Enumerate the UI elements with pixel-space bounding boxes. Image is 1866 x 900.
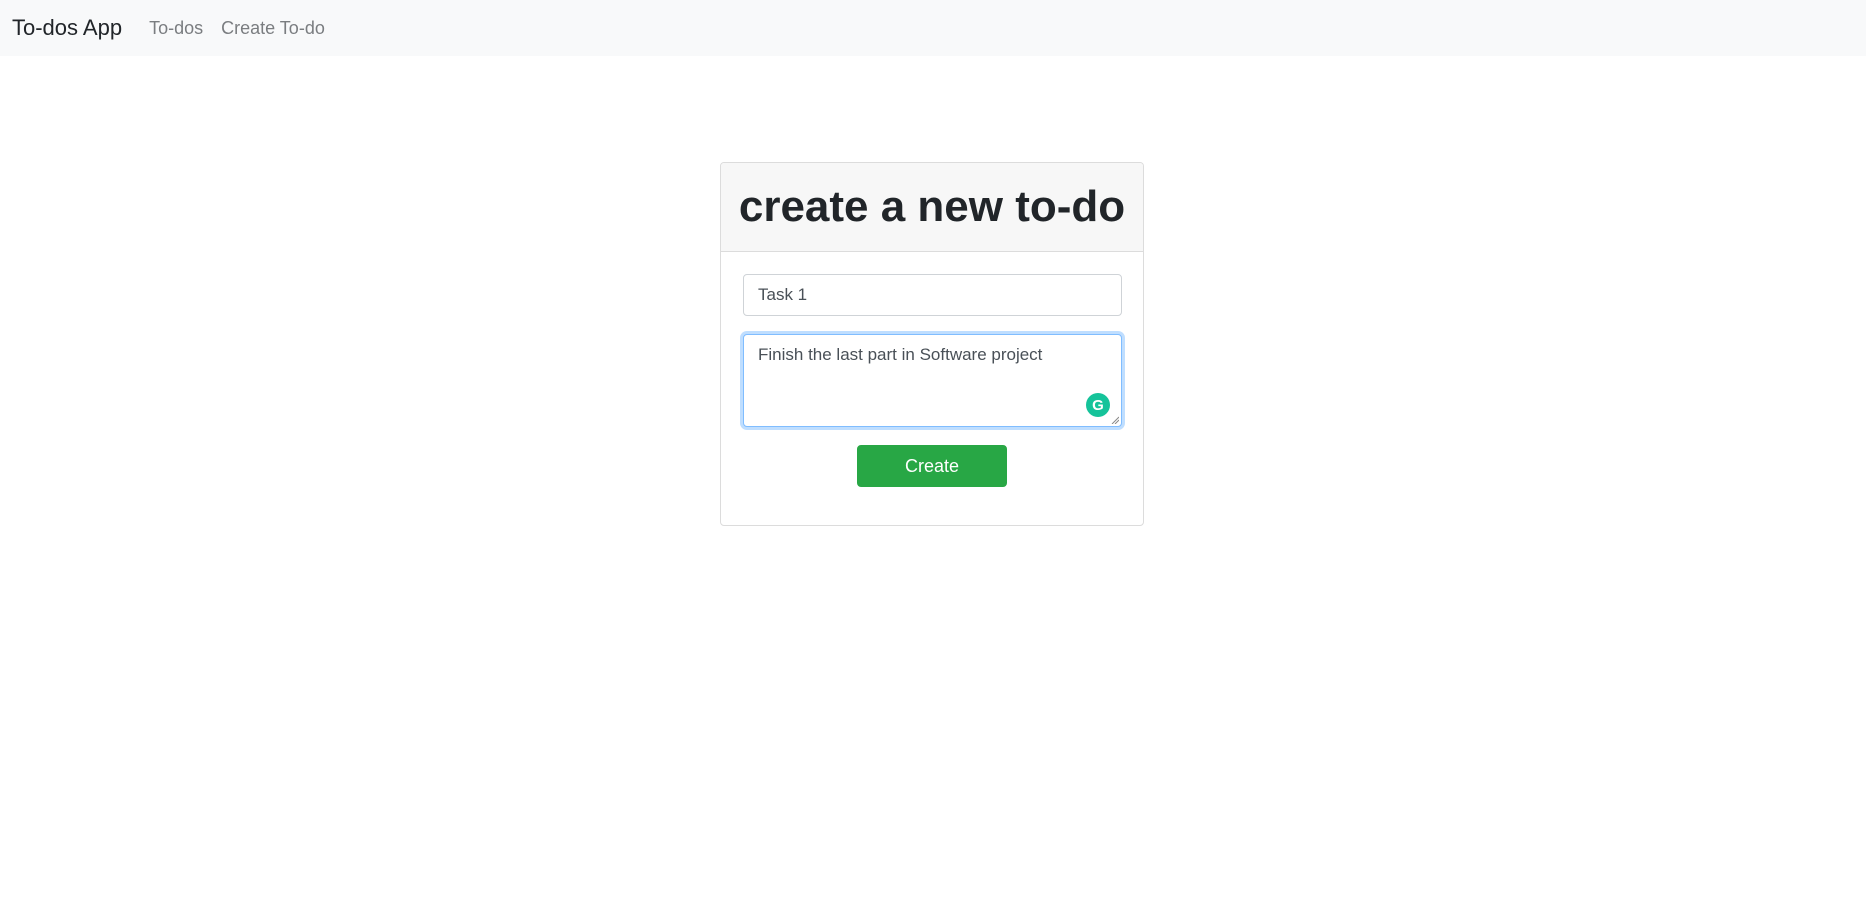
- page-title: create a new to-do: [738, 182, 1126, 231]
- resize-handle-icon[interactable]: [1111, 416, 1119, 424]
- card-header: create a new to-do: [721, 163, 1143, 252]
- create-button[interactable]: Create: [857, 445, 1007, 487]
- description-field-wrapper: Finish the last part in Software project…: [743, 334, 1122, 427]
- brand-link[interactable]: To-dos App: [12, 17, 122, 39]
- nav-link-todos[interactable]: To-dos: [149, 19, 203, 37]
- create-todo-card: create a new to-do Finish the last part …: [720, 162, 1144, 526]
- nav-link-create-todo[interactable]: Create To-do: [221, 19, 325, 37]
- todo-description-textarea[interactable]: Finish the last part in Software project: [743, 334, 1122, 427]
- grammarly-icon[interactable]: G: [1086, 393, 1110, 417]
- navbar: To-dos App To-dos Create To-do: [0, 0, 1866, 56]
- todo-title-input[interactable]: [743, 274, 1122, 316]
